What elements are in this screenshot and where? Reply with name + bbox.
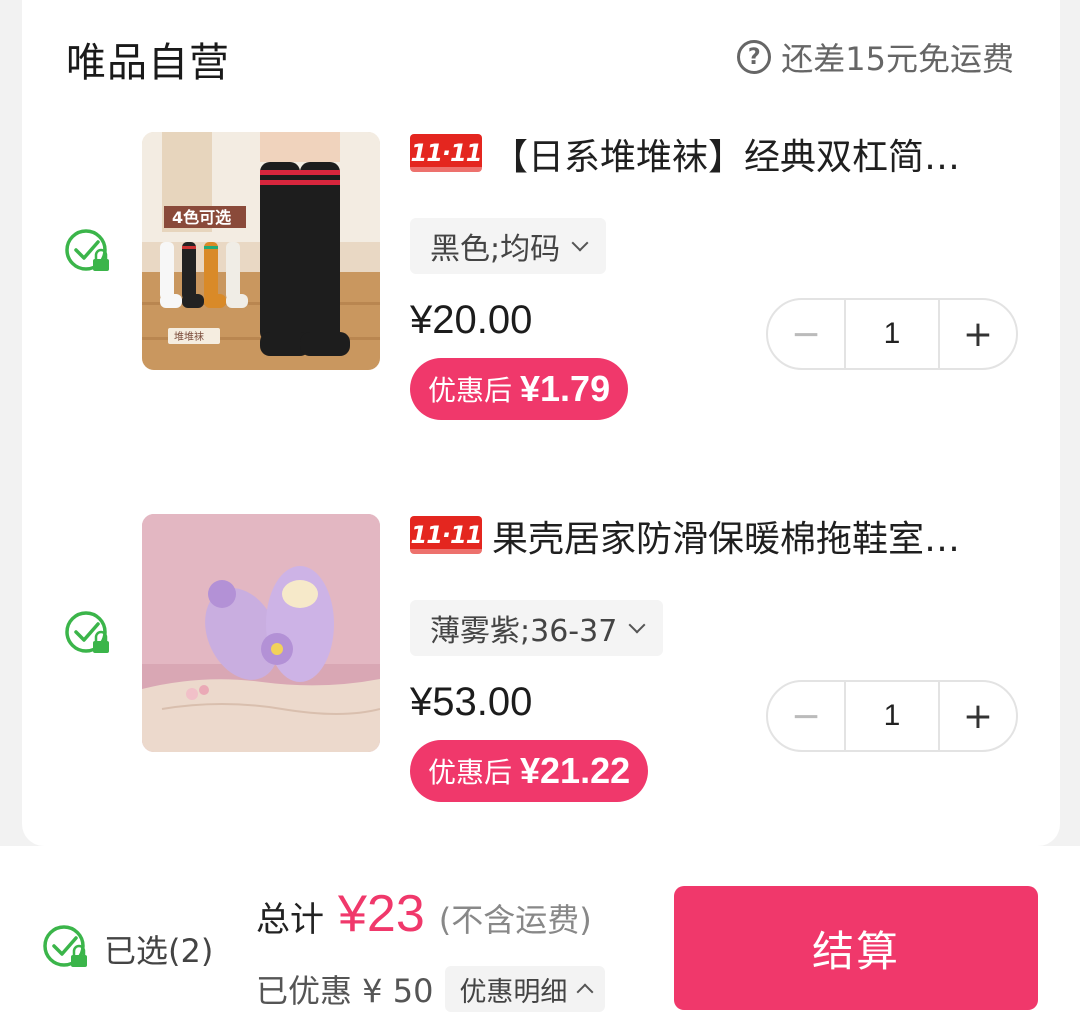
product-name[interactable]: 果壳居家防滑保暖棉拖鞋室… <box>492 516 1012 564</box>
discount-amount: 已优惠 ¥ 50 <box>256 972 434 1010</box>
discounted-price-badge: 优惠后 ¥1.79 <box>410 358 629 420</box>
quantity-value[interactable]: 1 <box>844 300 940 368</box>
select-all-lock-check-icon[interactable] <box>40 922 92 974</box>
increase-button[interactable]: + <box>940 300 1016 368</box>
quantity-stepper: − 1 + <box>766 680 1018 752</box>
discounted-price-badge: 优惠后 ¥21.22 <box>410 740 649 802</box>
selected-count[interactable]: 已选(2) <box>104 926 213 972</box>
discount-row: 已优惠 ¥ 50 优惠明细 <box>256 966 606 1012</box>
discounted-price: ¥1.79 <box>520 368 611 409</box>
cart-item: 11·11 果壳居家防滑保暖棉拖鞋室… 薄雾紫;36-37 ¥53.00 优惠后… <box>22 512 1060 812</box>
decrease-button[interactable]: − <box>768 300 844 368</box>
quantity-stepper: − 1 + <box>766 298 1018 370</box>
product-price: ¥53.00 <box>410 680 533 724</box>
sku-label: 黑色;均码 <box>430 232 561 267</box>
discounted-label: 优惠后 <box>428 756 513 789</box>
shipping-tip-text: 还差15元免运费 <box>781 40 1014 78</box>
checkout-button[interactable]: 结算 <box>674 886 1038 1010</box>
total-row: 总计 ¥23 (不含运费) <box>256 884 592 944</box>
quantity-value[interactable]: 1 <box>844 682 940 750</box>
checkout-bar: 已选(2) 总计 ¥23 (不含运费) 已优惠 ¥ 50 优惠明细 结算 <box>0 846 1080 1036</box>
sku-selector[interactable]: 薄雾紫;36-37 <box>410 600 664 656</box>
chevron-down-icon <box>628 616 646 634</box>
svg-text:4色可选: 4色可选 <box>172 208 231 227</box>
discounted-price: ¥21.22 <box>520 750 631 791</box>
chevron-up-icon <box>576 983 594 1001</box>
discount-detail-label: 优惠明细 <box>459 976 568 1008</box>
discount-detail-button[interactable]: 优惠明细 <box>445 966 606 1012</box>
question-icon[interactable]: ? <box>737 40 772 74</box>
store-card: 唯品自营 ? 还差15元免运费 4色可选 堆堆袜 11·11 【日系堆堆袜】经典… <box>22 0 1060 846</box>
increase-button[interactable]: + <box>940 682 1016 750</box>
shipping-tip[interactable]: ? 还差15元免运费 <box>737 34 1014 80</box>
product-price: ¥20.00 <box>410 298 533 342</box>
store-title: 唯品自营 <box>66 40 230 86</box>
selected-lock-check-icon[interactable] <box>62 226 114 278</box>
cart-item: 4色可选 堆堆袜 11·11 【日系堆堆袜】经典双杠简… 黑色;均码 ¥20.0… <box>22 130 1060 430</box>
selected-lock-check-icon[interactable] <box>62 608 114 660</box>
chevron-down-icon <box>571 234 589 252</box>
decrease-button[interactable]: − <box>768 682 844 750</box>
product-image-slippers[interactable] <box>142 514 380 752</box>
sku-selector[interactable]: 黑色;均码 <box>410 218 607 274</box>
discounted-label: 优惠后 <box>428 374 513 407</box>
total-amount: ¥23 <box>338 885 425 943</box>
total-label: 总计 <box>256 900 324 940</box>
shipping-excluded-note: (不含运费) <box>438 901 592 939</box>
product-name[interactable]: 【日系堆堆袜】经典双杠简… <box>492 134 1012 182</box>
svg-text:堆堆袜: 堆堆袜 <box>174 330 204 343</box>
product-image-socks[interactable]: 4色可选 堆堆袜 <box>142 132 380 370</box>
double-eleven-tag: 11·11 <box>410 134 482 172</box>
sku-label: 薄雾紫;36-37 <box>430 614 618 649</box>
double-eleven-tag: 11·11 <box>410 516 482 554</box>
